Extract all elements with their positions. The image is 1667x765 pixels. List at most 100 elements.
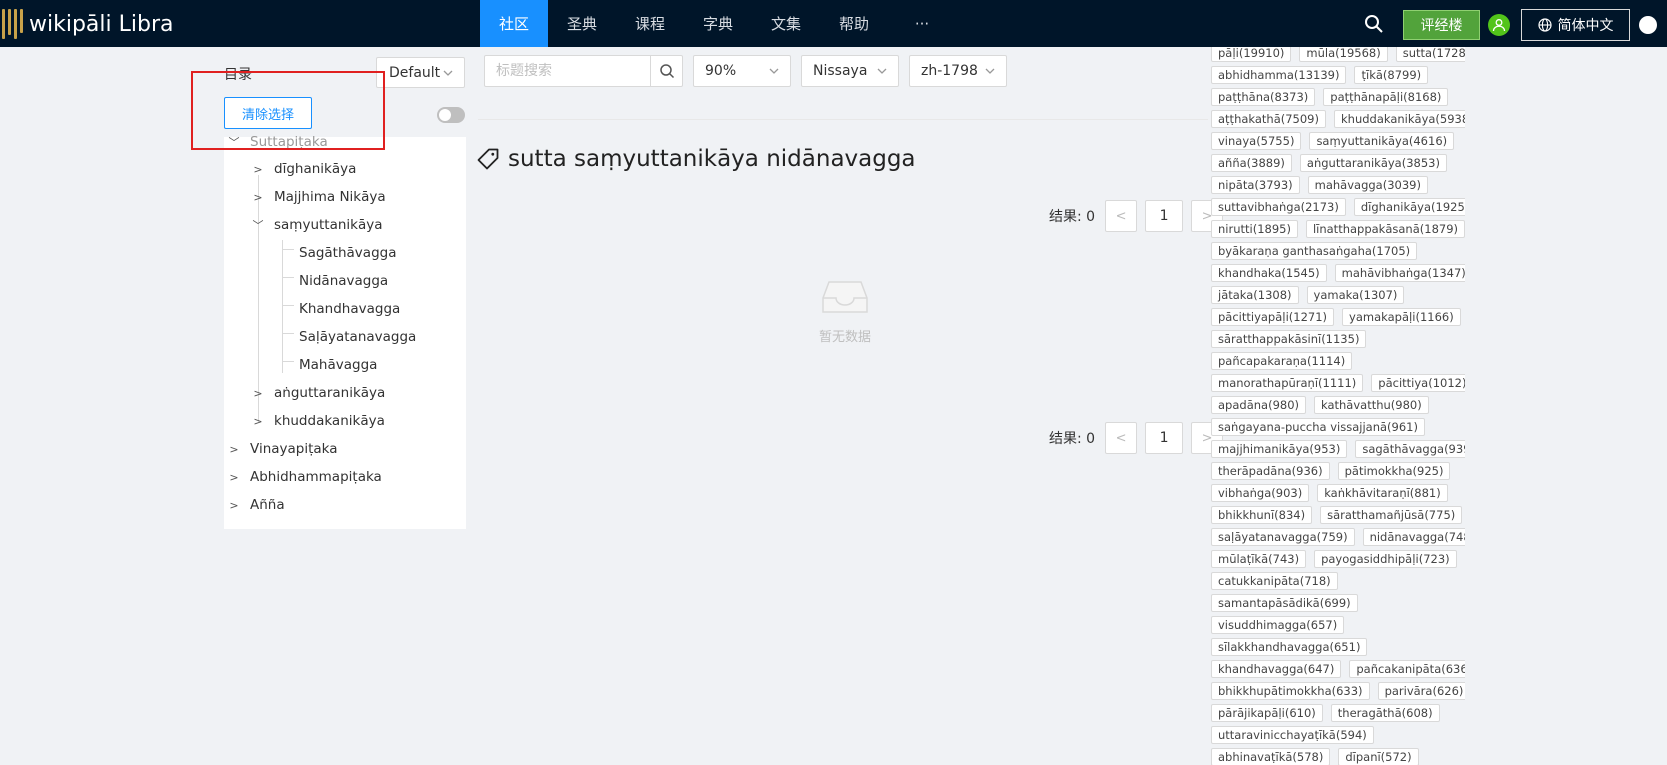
tag-item[interactable]: kaṅkhāvitaraṇī(881) xyxy=(1317,484,1448,502)
prev-page-button[interactable]: < xyxy=(1105,422,1138,454)
sort-select[interactable]: Default xyxy=(376,57,465,88)
tag-item[interactable]: pācittiya(1012) xyxy=(1371,374,1465,392)
tag-item[interactable]: saṃyuttanikāya(4616) xyxy=(1309,132,1455,150)
tag-item[interactable]: suttavibhaṅga(2173) xyxy=(1211,198,1346,216)
tag-item[interactable]: pañcapakaraṇa(1114) xyxy=(1211,352,1353,370)
tag-item[interactable]: abhidhamma(13139) xyxy=(1211,66,1347,84)
tree-node-salayatanavagga[interactable]: Saḷāyatanavagga xyxy=(299,326,416,348)
chevron-right-icon[interactable]: > xyxy=(226,471,242,484)
tag-item[interactable]: khandhaka(1545) xyxy=(1211,264,1327,282)
nav-canon[interactable]: 圣典 xyxy=(548,0,616,47)
page-number[interactable]: 1 xyxy=(1145,422,1184,454)
language-button[interactable]: 简体中文 xyxy=(1521,9,1630,41)
nav-dictionary[interactable]: 字典 xyxy=(684,0,752,47)
tag-item[interactable]: saṅgayana-puccha vissajjanā(961) xyxy=(1211,418,1425,436)
source-select[interactable]: Nissaya xyxy=(801,55,899,87)
tag-item[interactable]: yamaka(1307) xyxy=(1306,286,1405,304)
tag-item[interactable]: nidānavagga(748) xyxy=(1362,528,1465,546)
tree-node-abhidhammapitaka[interactable]: > Abhidhammapiṭaka xyxy=(226,466,381,488)
tree-node-anguttaranikaya[interactable]: > aṅguttaranikāya xyxy=(250,382,385,404)
title-search-input[interactable] xyxy=(485,56,651,86)
nav-help[interactable]: 帮助 xyxy=(820,0,888,47)
tag-item[interactable]: sīlakkhandhavagga(651) xyxy=(1211,638,1368,656)
tree-node-khandhavagga[interactable]: Khandhavagga xyxy=(299,298,400,320)
logo[interactable]: wikipāli Library xyxy=(0,6,172,42)
chevron-right-icon[interactable]: > xyxy=(250,415,266,428)
tag-item[interactable]: pāḷi(19910) xyxy=(1211,47,1292,62)
tag-item[interactable]: ṭīkā(8799) xyxy=(1354,66,1429,84)
tag-item[interactable]: samantapāsādikā(699) xyxy=(1211,594,1358,612)
nav-anthology[interactable]: 文集 xyxy=(752,0,820,47)
zoom-select[interactable]: 90% xyxy=(693,55,791,87)
tag-item[interactable]: mūla(19568) xyxy=(1299,47,1388,62)
chevron-right-icon[interactable]: > xyxy=(250,387,266,400)
tag-item[interactable]: aṭṭhakathā(7509) xyxy=(1211,110,1326,128)
tag-item[interactable]: sagāthāvagga(939) xyxy=(1355,440,1465,458)
tag-item[interactable]: saḷāyatanavagga(759) xyxy=(1211,528,1355,546)
search-icon[interactable] xyxy=(1362,12,1386,36)
tag-item[interactable]: pācittiyapāḷi(1271) xyxy=(1211,308,1335,326)
chevron-right-icon[interactable]: > xyxy=(226,499,242,512)
tag-item[interactable]: nipāta(3793) xyxy=(1211,176,1300,194)
tag-item[interactable]: yamakapāḷi(1166) xyxy=(1342,308,1461,326)
tree-node-dighanikaya[interactable]: > dīghanikāya xyxy=(250,158,356,180)
user-icon[interactable] xyxy=(1488,14,1510,36)
tag-item[interactable]: uttaravinicchayaṭīkā(594) xyxy=(1211,726,1374,744)
chevron-down-icon[interactable]: ﹀ xyxy=(226,134,242,150)
chevron-right-icon[interactable]: > xyxy=(250,163,266,176)
tag-item[interactable]: dīghanikāya(1925) xyxy=(1353,198,1465,216)
tree-node-suttapitaka[interactable]: ﹀ Suttapiṭaka xyxy=(226,131,328,153)
tag-item[interactable]: sutta(17285) xyxy=(1395,47,1465,62)
tag-item[interactable]: therāpadāna(936) xyxy=(1211,462,1330,480)
tree-node-khuddakanikaya[interactable]: > khuddakanikāya xyxy=(250,410,384,432)
chevron-right-icon[interactable]: > xyxy=(250,191,266,204)
page-number[interactable]: 1 xyxy=(1145,200,1184,232)
nav-community[interactable]: 社区 xyxy=(480,0,548,47)
tag-item[interactable]: abhinavaṭīkā(578) xyxy=(1211,748,1331,765)
tag-item[interactable]: manorathapūraṇī(1111) xyxy=(1211,374,1364,392)
nav-courses[interactable]: 课程 xyxy=(616,0,684,47)
tag-item[interactable]: dīpanī(572) xyxy=(1338,748,1419,765)
tag-item[interactable]: visuddhimagga(657) xyxy=(1211,616,1345,634)
tag-item[interactable]: apadāna(980) xyxy=(1211,396,1306,414)
prev-page-button[interactable]: < xyxy=(1105,200,1138,232)
tree-node-anna[interactable]: > Añña xyxy=(226,494,284,516)
tag-item[interactable]: līnatthappakāsanā(1879) xyxy=(1305,220,1465,238)
tag-item[interactable]: jātaka(1308) xyxy=(1211,286,1299,304)
tag-item[interactable]: vibhaṅga(903) xyxy=(1211,484,1310,502)
tag-item[interactable]: payogasiddhipāḷi(723) xyxy=(1314,550,1457,568)
tag-item[interactable]: mahāvibhaṅga(1347) xyxy=(1334,264,1465,282)
tag-item[interactable]: paṭṭhānapāḷi(8168) xyxy=(1323,88,1449,106)
tree-node-mahavagga[interactable]: Mahāvagga xyxy=(299,354,377,376)
chevron-right-icon[interactable]: > xyxy=(226,443,242,456)
tag-item[interactable]: khandhavagga(647) xyxy=(1211,660,1342,678)
tag-item[interactable]: bhikkhunī(834) xyxy=(1211,506,1313,524)
tag-item[interactable]: vinaya(5755) xyxy=(1211,132,1302,150)
tag-item[interactable]: nirutti(1895) xyxy=(1211,220,1298,238)
theme-toggle[interactable] xyxy=(1639,16,1657,34)
clear-selection-button[interactable]: 清除选择 xyxy=(224,97,312,129)
tag-item[interactable]: sāratthamañjūsā(775) xyxy=(1320,506,1463,524)
tag-item[interactable]: paṭṭhāna(8373) xyxy=(1211,88,1316,106)
multi-select-toggle[interactable] xyxy=(437,107,465,123)
jingjing-button[interactable]: 评经楼 xyxy=(1403,10,1480,40)
tree-node-majjhima[interactable]: > Majjhima Nikāya xyxy=(250,186,385,208)
chevron-down-icon[interactable]: ﹀ xyxy=(250,217,266,233)
tag-item[interactable]: pārājikapāḷi(610) xyxy=(1211,704,1323,722)
title-search-button[interactable] xyxy=(650,56,682,86)
nav-more[interactable]: ··· xyxy=(888,0,956,47)
tag-item[interactable]: mūlaṭīkā(743) xyxy=(1211,550,1307,568)
tag-item[interactable]: pātimokkha(925) xyxy=(1337,462,1451,480)
channel-select[interactable]: zh-1798 xyxy=(909,55,1007,87)
tag-item[interactable]: añña(3889) xyxy=(1211,154,1292,172)
tag-item[interactable]: pañcakanipāta(636) xyxy=(1349,660,1465,678)
tag-item[interactable]: aṅguttaranikāya(3853) xyxy=(1299,154,1447,172)
tree-node-sagathavagga[interactable]: Sagāthāvagga xyxy=(299,242,396,264)
tag-item[interactable]: majjhimanikāya(953) xyxy=(1211,440,1348,458)
tree-node-vinayapitaka[interactable]: > Vinayapiṭaka xyxy=(226,438,337,460)
tag-item[interactable]: parivāra(626) xyxy=(1377,682,1465,700)
tag-item[interactable]: mahāvagga(3039) xyxy=(1307,176,1428,194)
tree-node-nidanavagga[interactable]: Nidānavagga xyxy=(299,270,388,292)
tag-item[interactable]: byākaraṇa ganthasaṅgaha(1705) xyxy=(1211,242,1418,260)
tag-item[interactable]: theragāthā(608) xyxy=(1330,704,1440,722)
